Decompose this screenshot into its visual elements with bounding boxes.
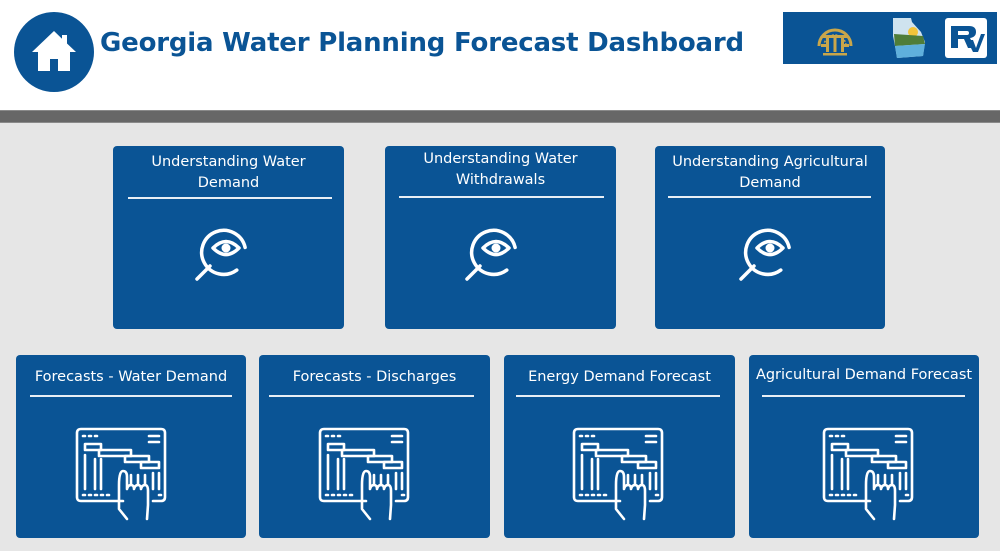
card-divider — [762, 395, 965, 397]
card-understanding-water-withdrawals[interactable]: Understanding Water Withdrawals — [385, 146, 616, 329]
card-understanding-water-demand[interactable]: Understanding Water Demand — [113, 146, 344, 329]
card-title: Forecasts - Discharges — [292, 369, 457, 385]
card-icon-slot — [572, 425, 668, 525]
card-title-line2: Withdrawals — [455, 172, 546, 188]
card-understanding-agricultural-demand[interactable]: Understanding Agricultural Demand — [655, 146, 885, 329]
card-icon-slot — [75, 425, 171, 525]
card-divider — [516, 395, 720, 397]
rv-logo — [945, 18, 987, 58]
gantt-touch-icon — [318, 427, 410, 521]
home-button[interactable] — [14, 12, 94, 92]
card-title-line1: Understanding Agricultural — [672, 154, 868, 170]
card-divider — [399, 196, 604, 198]
card-agricultural-demand-forecast[interactable]: Agricultural Demand Forecast — [749, 355, 979, 538]
card-icon-slot — [822, 425, 918, 525]
magnifier-eye-icon — [465, 228, 517, 281]
header: Georgia Water Planning Forecast Dashboar… — [0, 0, 1000, 110]
card-title: Understanding Water Withdrawals — [385, 149, 616, 191]
header-divider — [0, 110, 1000, 123]
card-divider — [30, 395, 232, 397]
card-divider — [269, 395, 474, 397]
card-title-line2: Demand — [197, 175, 260, 191]
card-energy-demand-forecast[interactable]: Energy Demand Forecast — [504, 355, 735, 538]
partner-logos — [783, 12, 997, 64]
gantt-touch-icon — [822, 427, 914, 521]
card-title: Agricultural Demand Forecast — [755, 367, 973, 383]
magnifier-eye-icon — [195, 228, 247, 281]
card-divider — [128, 197, 332, 199]
card-title-line2: Demand — [739, 175, 801, 191]
page-title: Georgia Water Planning Forecast Dashboar… — [100, 28, 744, 58]
georgia-map-logo — [893, 18, 925, 58]
gantt-touch-icon — [75, 427, 167, 521]
gantt-touch-icon — [572, 427, 664, 521]
card-divider — [668, 196, 871, 198]
card-title: Understanding Water Demand — [113, 152, 344, 194]
card-icon-slot — [318, 425, 414, 525]
georgia-state-seal-logo — [817, 28, 853, 56]
card-title-line1: Understanding Water — [151, 154, 306, 170]
card-title: Forecasts - Water Demand — [34, 369, 228, 385]
card-forecasts-discharges[interactable]: Forecasts - Discharges — [259, 355, 490, 538]
card-title: Understanding Agricultural Demand — [655, 152, 885, 194]
card-forecasts-water-demand[interactable]: Forecasts - Water Demand — [16, 355, 246, 538]
card-title-line1: Understanding Water — [423, 151, 578, 167]
card-title: Energy Demand Forecast — [528, 369, 711, 385]
home-icon — [32, 31, 76, 71]
magnifier-eye-icon — [739, 228, 791, 281]
